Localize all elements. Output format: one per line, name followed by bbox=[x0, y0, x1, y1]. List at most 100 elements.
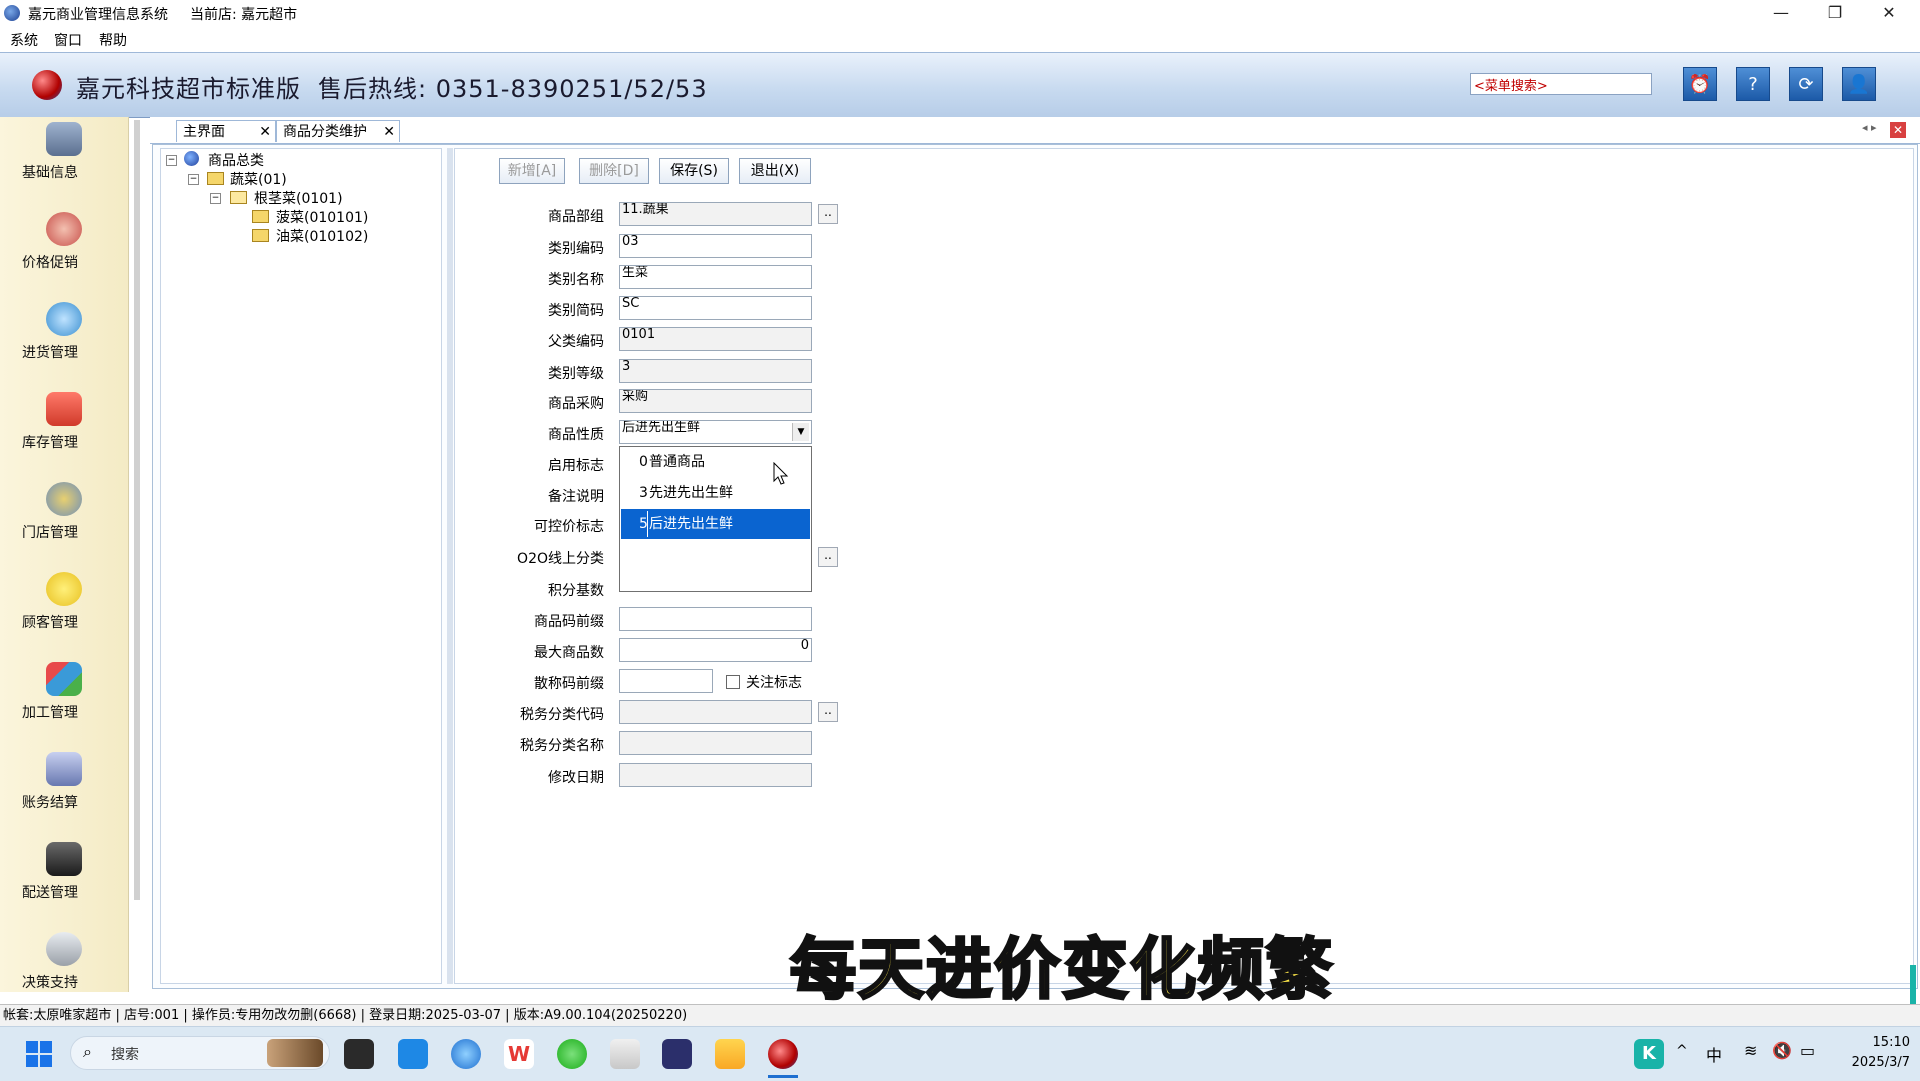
collapse-icon[interactable]: − bbox=[210, 193, 221, 204]
delete-button[interactable]: 删除[D] bbox=[579, 158, 649, 184]
menu-window[interactable]: 窗口 bbox=[54, 30, 82, 50]
scroll-indicator[interactable] bbox=[1910, 965, 1916, 1005]
minimize-button[interactable]: — bbox=[1754, 0, 1808, 28]
kuaishou-icon[interactable]: K bbox=[1634, 1039, 1664, 1069]
o2o-lookup-button[interactable]: .. bbox=[818, 547, 838, 567]
user-switch-icon[interactable]: 👤 bbox=[1842, 67, 1876, 101]
tax-name-label: 税务分类名称 bbox=[520, 738, 604, 754]
tab-main[interactable]: 主界面 ✕ bbox=[176, 120, 276, 142]
app-blue-icon[interactable] bbox=[398, 1039, 428, 1069]
scale-prefix-field[interactable] bbox=[619, 669, 713, 693]
clock-date: 2025/3/7 bbox=[1851, 1055, 1910, 1070]
add-button[interactable]: 新增[A] bbox=[499, 158, 565, 184]
tax-code-field[interactable] bbox=[619, 700, 812, 724]
option-name: 先进先出生鲜 bbox=[649, 485, 733, 501]
sidebar-item-accounting[interactable]: 账务结算 bbox=[0, 750, 128, 828]
delivery-icon bbox=[46, 842, 82, 876]
dept-field[interactable]: 11.蔬果 bbox=[619, 202, 812, 226]
level-field[interactable]: 3 bbox=[619, 359, 812, 383]
media-app-icon[interactable] bbox=[662, 1039, 692, 1069]
chevron-up-icon[interactable]: ^ bbox=[1676, 1043, 1688, 1059]
collapse-icon[interactable]: − bbox=[188, 174, 199, 185]
sidebar-scrollbar[interactable] bbox=[134, 120, 140, 900]
exit-button[interactable]: 退出(X) bbox=[739, 158, 811, 184]
nature-select[interactable]: 后进先出生鲜 ▼ bbox=[619, 420, 812, 444]
close-icon[interactable]: ✕ bbox=[259, 121, 271, 143]
modified-date-field[interactable] bbox=[619, 763, 812, 787]
tree-node-vegetables[interactable]: 蔬菜(01) bbox=[230, 169, 287, 189]
tax-code-label: 税务分类代码 bbox=[520, 707, 604, 723]
battery-icon[interactable]: ▭ bbox=[1800, 1041, 1815, 1060]
sidebar-item-inventory[interactable]: 库存管理 bbox=[0, 390, 128, 468]
installer-icon[interactable] bbox=[610, 1039, 640, 1069]
abbr-field[interactable]: SC bbox=[619, 296, 812, 320]
save-button[interactable]: 保存(S) bbox=[659, 158, 729, 184]
sidebar-item-price-promo[interactable]: 价格促销 bbox=[0, 210, 128, 288]
jiayuan-app-icon[interactable] bbox=[768, 1039, 798, 1069]
collapse-icon[interactable]: − bbox=[166, 155, 177, 166]
tree-node-root-vegetables[interactable]: 根茎菜(0101) bbox=[254, 188, 343, 208]
parent-code-field[interactable]: 0101 bbox=[619, 327, 812, 351]
refresh-icon[interactable]: ⟳ bbox=[1789, 67, 1823, 101]
max-items-field[interactable]: 0 bbox=[619, 638, 812, 662]
sidebar-item-processing[interactable]: 加工管理 bbox=[0, 660, 128, 738]
status-text: 帐套:太原唯家超市 | 店号:001 | 操作员:专用勿改勿删(6668) | … bbox=[3, 1008, 688, 1023]
chevron-down-icon[interactable]: ▼ bbox=[792, 423, 809, 441]
code-field[interactable]: 03 bbox=[619, 234, 812, 258]
sidebar-item-basic-info[interactable]: 基础信息 bbox=[0, 120, 128, 198]
purchase-field[interactable]: 采购 bbox=[619, 389, 812, 413]
tab-label: 商品分类维护 bbox=[283, 124, 367, 140]
taskbar-search[interactable]: ⌕ 搜索 bbox=[70, 1036, 330, 1070]
wps-icon[interactable]: W bbox=[504, 1039, 534, 1069]
alarm-clock-icon[interactable]: ⏰ bbox=[1683, 67, 1717, 101]
sidebar-item-delivery[interactable]: 配送管理 bbox=[0, 840, 128, 918]
sidebar-item-label: 加工管理 bbox=[22, 705, 78, 721]
sidebar-item-label: 基础信息 bbox=[22, 165, 78, 181]
sidebar-item-store-mgmt[interactable]: 门店管理 bbox=[0, 480, 128, 558]
tab-category-maintenance[interactable]: 商品分类维护 ✕ bbox=[276, 120, 400, 142]
volume-muted-icon[interactable]: 🔇 bbox=[1772, 1041, 1792, 1060]
help-icon[interactable]: ? bbox=[1736, 67, 1770, 101]
follow-checkbox[interactable] bbox=[726, 675, 740, 689]
menu-system[interactable]: 系统 bbox=[10, 30, 38, 50]
dept-lookup-button[interactable]: .. bbox=[818, 204, 838, 224]
file-explorer-icon[interactable] bbox=[715, 1039, 745, 1069]
tax-name-field[interactable] bbox=[619, 731, 812, 755]
wifi-icon[interactable]: ≋ bbox=[1744, 1041, 1757, 1060]
user-card-icon bbox=[46, 122, 82, 156]
prefix-label: 商品码前缀 bbox=[534, 614, 604, 630]
chat-app-icon[interactable] bbox=[451, 1039, 481, 1069]
sidebar-item-label: 决策支持 bbox=[22, 975, 78, 991]
tree-root[interactable]: 商品总类 bbox=[208, 150, 264, 170]
menu-help[interactable]: 帮助 bbox=[99, 30, 127, 50]
taskbar-clock[interactable]: 15:10 2025/3/7 bbox=[1830, 1033, 1910, 1073]
close-button[interactable]: ✕ bbox=[1862, 0, 1916, 28]
sidebar: 基础信息 价格促销 进货管理 库存管理 门店管理 顾客管理 加工管理 账务结算 … bbox=[0, 117, 129, 992]
close-all-tabs-icon[interactable]: ✕ bbox=[1890, 122, 1906, 138]
tree-leaf[interactable]: 油菜(010102) bbox=[276, 226, 368, 246]
prefix-field[interactable] bbox=[619, 607, 812, 631]
tree-leaf[interactable]: 菠菜(010101) bbox=[276, 207, 368, 227]
sidebar-item-decision[interactable]: 决策支持 bbox=[0, 930, 128, 1008]
globe-arrow-icon bbox=[46, 302, 82, 336]
customer-icon bbox=[46, 572, 82, 606]
name-field[interactable]: 生菜 bbox=[619, 265, 812, 289]
task-view-icon[interactable] bbox=[344, 1039, 374, 1069]
menu-bar: 系统 窗口 帮助 bbox=[0, 28, 1920, 50]
ime-indicator[interactable]: 中 bbox=[1706, 1042, 1722, 1066]
o2o-label: O2O线上分类 bbox=[517, 551, 604, 567]
sidebar-item-label: 进货管理 bbox=[22, 345, 78, 361]
menu-search-input[interactable] bbox=[1470, 73, 1652, 95]
wechat-icon[interactable] bbox=[557, 1039, 587, 1069]
restore-button[interactable]: ❐ bbox=[1808, 0, 1862, 28]
sidebar-item-purchasing[interactable]: 进货管理 bbox=[0, 300, 128, 378]
close-icon[interactable]: ✕ bbox=[383, 121, 395, 143]
sidebar-item-customer[interactable]: 顾客管理 bbox=[0, 570, 128, 648]
dept-label: 商品部组 bbox=[548, 209, 604, 225]
tax-code-lookup-button[interactable]: .. bbox=[818, 702, 838, 722]
windows-start-icon[interactable] bbox=[26, 1041, 52, 1067]
parent-code-label: 父类编码 bbox=[548, 334, 604, 350]
panel-splitter[interactable] bbox=[447, 148, 453, 984]
tab-scroll-arrows-icon[interactable]: ◂ ▸ bbox=[1862, 121, 1877, 134]
dropdown-option-selected[interactable]: 5 后进先出生鲜 bbox=[621, 509, 810, 539]
